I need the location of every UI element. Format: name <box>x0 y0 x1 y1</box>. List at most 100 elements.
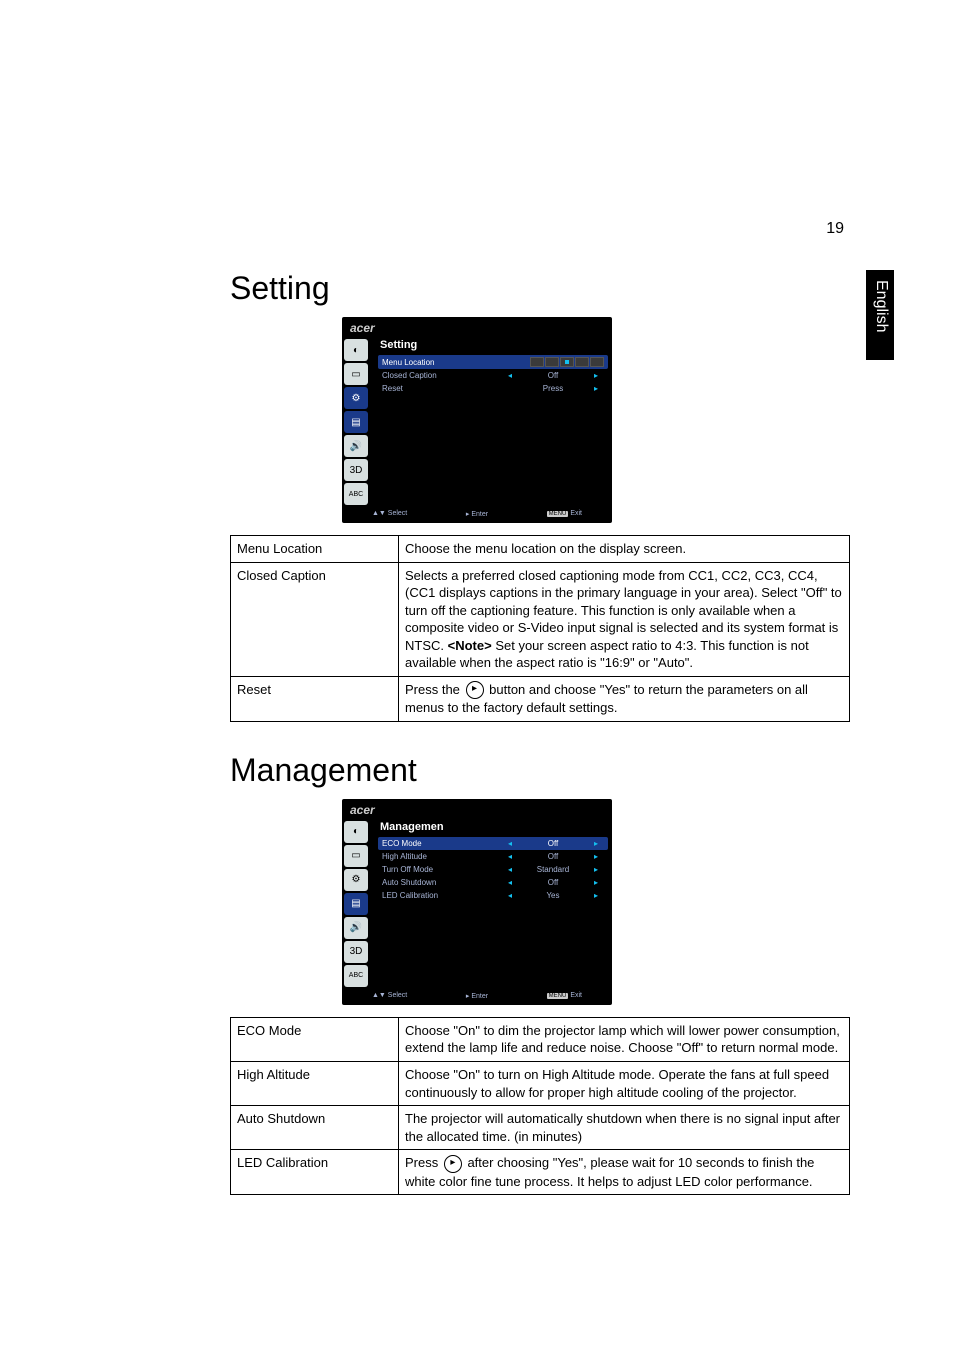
management-icon: ▤ <box>344 411 368 433</box>
right-arrow-icon: ▸ <box>588 891 604 900</box>
cell-name: Auto Shutdown <box>231 1106 399 1150</box>
osd-label: Turn Off Mode <box>382 865 502 874</box>
text: Press the <box>405 682 464 697</box>
text: Press <box>405 1155 442 1170</box>
osd-title: Setting <box>378 337 608 355</box>
color-wheel-icon: ◐ <box>344 339 368 361</box>
osd-label: Auto Shutdown <box>382 878 502 887</box>
osd-footer-exit: MENUExit <box>547 510 582 518</box>
osd-row-reset: Reset ◂ Press ▸ <box>378 382 608 395</box>
table-row: High Altitude Choose "On" to turn on Hig… <box>231 1062 850 1106</box>
osd-value: Press <box>518 384 588 393</box>
right-arrow-icon: ▸ <box>588 865 604 874</box>
left-arrow-icon: ◂ <box>502 891 518 900</box>
osd-label: High Altitude <box>382 852 502 861</box>
left-arrow-icon: ◂ <box>502 852 518 861</box>
language-icon: ABC <box>344 483 368 505</box>
menu-location-icons <box>530 357 604 367</box>
osd-row-eco: ECO Mode ◂ Off ▸ <box>378 837 608 850</box>
right-arrow-icon: ▸ <box>588 371 604 380</box>
right-arrow-icon: ▸ <box>588 384 604 393</box>
cell-name: ECO Mode <box>231 1017 399 1061</box>
audio-icon: 🔊 <box>344 917 368 939</box>
play-button-icon: ▸ <box>466 681 484 699</box>
language-tab-label: English <box>872 280 890 332</box>
osd-row-closed-caption: Closed Caption ◂ Off ▸ <box>378 369 608 382</box>
osd-management: acer ◐ ▭ ⚙ ▤ 🔊 3D ABC Managemen ECO Mode… <box>342 799 612 1005</box>
image-icon: ▭ <box>344 363 368 385</box>
table-row: Auto Shutdown The projector will automat… <box>231 1106 850 1150</box>
osd-value: Off <box>518 839 588 848</box>
cell-desc: Choose "On" to turn on High Altitude mod… <box>399 1062 850 1106</box>
osd-value: Off <box>518 878 588 887</box>
cell-desc: Press ▸ after choosing "Yes", please wai… <box>399 1150 850 1195</box>
table-row: Menu Location Choose the menu location o… <box>231 536 850 563</box>
threed-icon: 3D <box>344 941 368 963</box>
osd-footer: ▲▼ Select ▸ Enter MENUExit <box>342 989 612 1001</box>
osd-title: Managemen <box>378 819 608 837</box>
page-number: 19 <box>826 220 844 238</box>
left-arrow-icon: ◂ <box>502 839 518 848</box>
osd-sidebar: ◐ ▭ ⚙ ▤ 🔊 3D ABC <box>342 819 374 989</box>
table-row: ECO Mode Choose "On" to dim the projecto… <box>231 1017 850 1061</box>
osd-row-auto-shutdown: Auto Shutdown ◂ Off ▸ <box>378 876 608 889</box>
right-arrow-icon: ▸ <box>588 852 604 861</box>
osd-value: Off <box>518 371 588 380</box>
image-icon: ▭ <box>344 845 368 867</box>
threed-icon: 3D <box>344 459 368 481</box>
osd-label: Menu Location <box>382 358 530 367</box>
osd-value: Off <box>518 852 588 861</box>
management-icon: ▤ <box>344 893 368 915</box>
osd-label: ECO Mode <box>382 839 502 848</box>
osd-footer-exit: MENUExit <box>547 992 582 1000</box>
cell-name: Menu Location <box>231 536 399 563</box>
osd-label: LED Calibration <box>382 891 502 900</box>
table-row: Closed Caption Selects a preferred close… <box>231 562 850 676</box>
language-icon: ABC <box>344 965 368 987</box>
right-arrow-icon: ▸ <box>588 878 604 887</box>
cell-name: High Altitude <box>231 1062 399 1106</box>
osd-label: Closed Caption <box>382 371 502 380</box>
osd-label: Reset <box>382 384 502 393</box>
section-heading-management: Management <box>230 752 864 789</box>
osd-value: Yes <box>518 891 588 900</box>
left-arrow-icon: ◂ <box>502 865 518 874</box>
osd-brand: acer <box>342 799 612 819</box>
table-management: ECO Mode Choose "On" to dim the projecto… <box>230 1017 850 1195</box>
osd-row-menu-location: Menu Location <box>378 355 608 369</box>
osd-value: Standard <box>518 865 588 874</box>
osd-sidebar: ◐ ▭ ⚙ ▤ 🔊 3D ABC <box>342 337 374 507</box>
osd-footer: ▲▼ Select ▸ Enter MENUExit <box>342 507 612 519</box>
table-row: LED Calibration Press ▸ after choosing "… <box>231 1150 850 1195</box>
cell-name: LED Calibration <box>231 1150 399 1195</box>
audio-icon: 🔊 <box>344 435 368 457</box>
settings-gear-icon: ⚙ <box>344 387 368 409</box>
osd-footer-select: ▲▼ Select <box>372 510 407 518</box>
cell-desc: The projector will automatically shutdow… <box>399 1106 850 1150</box>
cell-desc: Press the ▸ button and choose "Yes" to r… <box>399 676 850 721</box>
settings-gear-icon: ⚙ <box>344 869 368 891</box>
cell-desc: Choose the menu location on the display … <box>399 536 850 563</box>
right-arrow-icon: ▸ <box>588 839 604 848</box>
cell-name: Closed Caption <box>231 562 399 676</box>
osd-row-high-altitude: High Altitude ◂ Off ▸ <box>378 850 608 863</box>
osd-setting: acer ◐ ▭ ⚙ ▤ 🔊 3D ABC Setting Menu Locat… <box>342 317 612 523</box>
note-label: <Note> <box>448 638 492 653</box>
table-row: Reset Press the ▸ button and choose "Yes… <box>231 676 850 721</box>
osd-row-led-calibration: LED Calibration ◂ Yes ▸ <box>378 889 608 902</box>
cell-desc: Selects a preferred closed captioning mo… <box>399 562 850 676</box>
section-heading-setting: Setting <box>230 270 864 307</box>
left-arrow-icon: ◂ <box>502 878 518 887</box>
play-button-icon: ▸ <box>444 1155 462 1173</box>
color-wheel-icon: ◐ <box>344 821 368 843</box>
osd-brand: acer <box>342 317 612 337</box>
cell-name: Reset <box>231 676 399 721</box>
cell-desc: Choose "On" to dim the projector lamp wh… <box>399 1017 850 1061</box>
osd-row-turn-off-mode: Turn Off Mode ◂ Standard ▸ <box>378 863 608 876</box>
left-arrow-icon: ◂ <box>502 371 518 380</box>
osd-footer-select: ▲▼ Select <box>372 992 407 1000</box>
table-setting: Menu Location Choose the menu location o… <box>230 535 850 722</box>
language-tab: English <box>866 270 894 360</box>
text: after choosing "Yes", please wait for 10… <box>405 1155 814 1189</box>
osd-footer-enter: ▸ Enter <box>466 992 488 1000</box>
